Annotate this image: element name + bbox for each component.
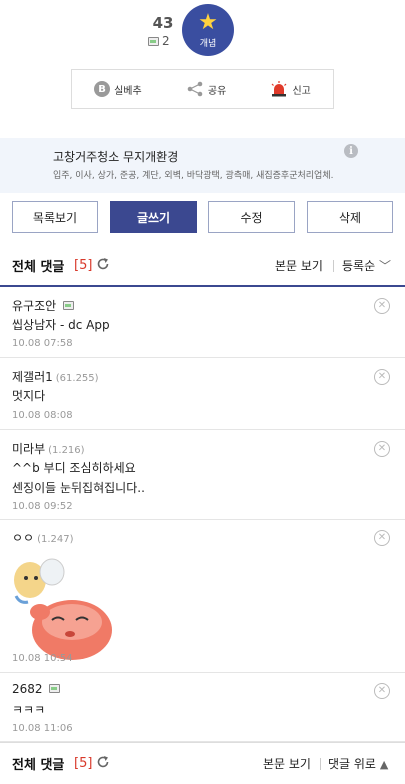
sort-dropdown[interactable]: 등록순 ﹀ (342, 257, 391, 274)
comment-ip: (1.247) (37, 534, 74, 545)
comment-nick[interactable]: 미라부 (1.216) (12, 440, 85, 457)
recommend-best-button[interactable]: B 실베추 (94, 81, 142, 97)
comment-text-line2: 센징이들 눈뒤집혀집니다.. (12, 481, 145, 495)
comment-nick[interactable]: 2682 (12, 682, 61, 696)
comment-date: 10.08 07:58 (12, 338, 73, 349)
upvote-label: 개념 (199, 38, 217, 49)
comment-item: 제갤러1 (61.255) 멋지다 10.08 08:08 ✕ (0, 358, 405, 430)
nick-label: 2682 (12, 682, 43, 696)
comment-date: 10.08 09:52 (12, 501, 73, 512)
comments-title: 전체 댓글 (12, 758, 65, 773)
comments-count: [5] (74, 756, 93, 771)
post-button-bar: 목록보기 글쓰기 수정 삭제 (0, 201, 405, 233)
write-button[interactable]: 글쓰기 (110, 201, 197, 233)
comment-item: 유구조안 씹상남자 - dc App 10.08 07:58 ✕ (0, 288, 405, 358)
sticker-image[interactable] (10, 552, 118, 662)
comment-nick[interactable]: 제갤러1 (61.255) (12, 368, 99, 385)
close-icon[interactable]: ✕ (374, 441, 390, 457)
refresh-icon[interactable] (96, 257, 110, 271)
comments-header: 전체 댓글 [5] 본문 보기 등록순 ﹀ (0, 245, 405, 287)
upvote-button[interactable]: ★ 개념 (182, 4, 234, 56)
comment-item: 미라부 (1.216) ^^b 부디 조심히하세요 센징이들 눈뒤집혀집니다.. … (0, 430, 405, 520)
divider (333, 260, 334, 272)
fixed-user-icon (63, 301, 74, 310)
nick-label: 미라부 (12, 442, 46, 456)
comments-count: [5] (74, 257, 93, 273)
nick-label: ㅇㅇ (12, 531, 35, 545)
nick-label: 유구조안 (12, 299, 57, 313)
ad-title: 고창거주청소 무지개환경 (53, 150, 179, 164)
comment-item: 2682 ㅋㅋㅋ 10.08 11:06 ✕ (0, 673, 405, 742)
comment-list: 유구조안 씹상남자 - dc App 10.08 07:58 ✕ 제갤러1 (61… (0, 288, 405, 742)
sort-label: 등록순 (342, 258, 376, 273)
star-icon: ★ (198, 9, 218, 35)
report-label: 신고 (292, 85, 311, 97)
edit-button[interactable]: 수정 (208, 201, 295, 233)
vote-area: 43 2 ★ 개념 B 실베추 공유 신고 (0, 0, 405, 135)
comments-footer: 전체 댓글 [5] 본문 보기 댓글 위로 ▲ (0, 742, 405, 784)
share-label: 공유 (207, 85, 227, 97)
triangle-up-icon: ▲ (379, 758, 389, 771)
recommend-best-label: 실베추 (114, 85, 142, 97)
comment-date: 10.08 11:06 (12, 723, 73, 734)
close-icon[interactable]: ✕ (374, 298, 390, 314)
comment-nick[interactable]: 유구조안 (12, 297, 74, 314)
divider (320, 758, 321, 770)
refresh-icon[interactable] (96, 755, 110, 769)
report-button[interactable]: 신고 (270, 81, 311, 97)
comments-title: 전체 댓글 (12, 259, 65, 275)
fixed-count-label: 2 (162, 34, 170, 48)
share-icon (187, 81, 203, 97)
comment-item: ㅇㅇ (1.247) 10.08 10:54 ✕ (0, 520, 405, 673)
comment-ip: (61.255) (55, 373, 99, 384)
ad-banner[interactable]: 고창거주청소 무지개환경 입주, 이사, 상가, 준공, 계단, 외벽, 바닥광… (0, 138, 405, 193)
view-body-button[interactable]: 본문 보기 (263, 755, 311, 772)
comment-text: ㅋㅋㅋ (12, 703, 46, 717)
fixed-user-icon (148, 36, 159, 46)
close-icon[interactable]: ✕ (374, 530, 390, 546)
delete-button[interactable]: 삭제 (307, 201, 393, 233)
upvote-count: 43 (152, 14, 174, 32)
info-icon[interactable]: i (344, 144, 358, 158)
comment-date: 10.08 10:54 (12, 653, 73, 664)
scroll-to-comments-button[interactable]: 댓글 위로 ▲ (328, 755, 388, 772)
comment-ip: (1.216) (48, 445, 85, 456)
scroll-to-comments-label: 댓글 위로 (328, 757, 376, 771)
close-icon[interactable]: ✕ (374, 683, 390, 699)
siren-icon (272, 81, 287, 97)
post-actions: B 실베추 공유 신고 (71, 69, 334, 109)
nick-label: 제갤러1 (12, 370, 53, 384)
fixed-user-icon (49, 684, 61, 693)
comment-nick[interactable]: ㅇㅇ (1.247) (12, 529, 74, 546)
b-icon: B (94, 81, 111, 97)
view-body-button[interactable]: 본문 보기 (275, 257, 323, 274)
comment-date: 10.08 08:08 (12, 410, 73, 421)
close-icon[interactable]: ✕ (374, 369, 390, 385)
list-button[interactable]: 목록보기 (12, 201, 98, 233)
comment-text: 씹상남자 - dc App (12, 318, 110, 332)
ad-subtitle: 입주, 이사, 상가, 준공, 계단, 외벽, 바닥광택, 광측매, 새집증후군… (53, 171, 334, 181)
share-button[interactable]: 공유 (186, 81, 226, 97)
fixed-upvote-count: 2 (148, 34, 170, 48)
comment-text: 멋지다 (12, 389, 46, 403)
comment-text: ^^b 부디 조심히하세요 (12, 461, 136, 475)
chevron-down-icon: ﹀ (378, 258, 391, 273)
